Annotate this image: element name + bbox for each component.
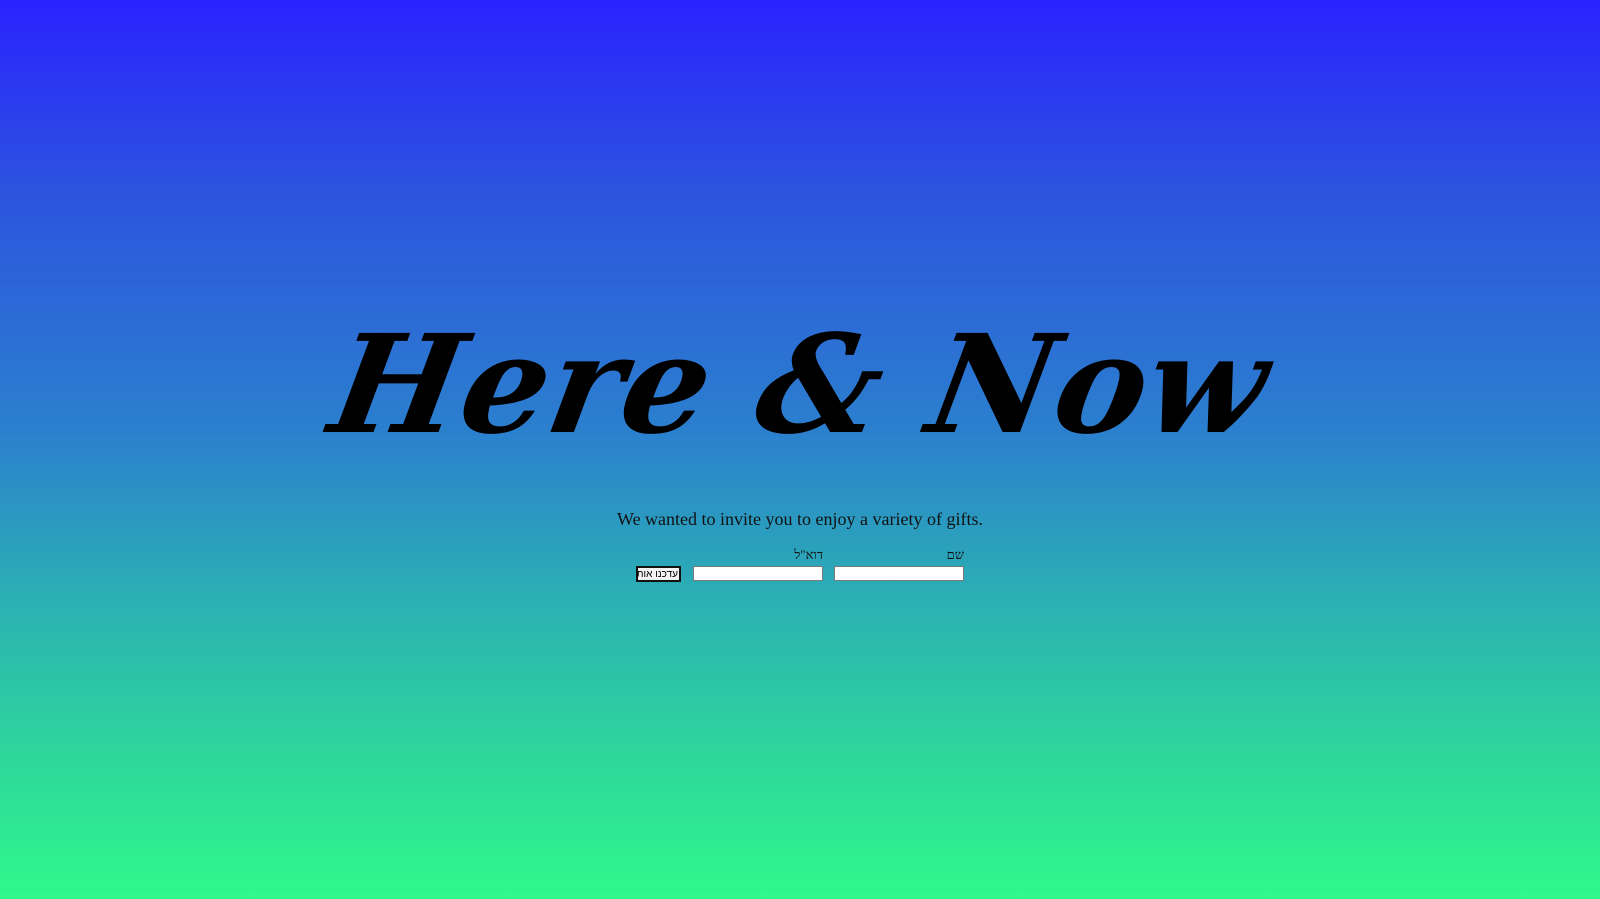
hero: Here & Now: [0, 305, 1600, 475]
email-label: דוא"ל: [794, 547, 823, 562]
signup-form: שם דוא"ל עדכנו אותי: [0, 547, 1600, 587]
name-input[interactable]: [834, 566, 964, 581]
name-field-group: שם: [834, 547, 966, 583]
email-field-group: דוא"ל: [693, 547, 825, 583]
hero-title: Here & Now: [319, 305, 1281, 465]
name-label: שם: [946, 547, 964, 562]
invitation-text: We wanted to invite you to enjoy a varie…: [617, 509, 983, 529]
subscribe-button[interactable]: עדכנו אותי: [636, 566, 681, 582]
email-input[interactable]: [693, 566, 823, 581]
